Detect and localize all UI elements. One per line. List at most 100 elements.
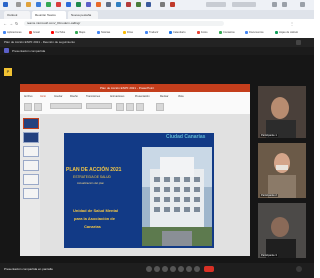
styles-icon[interactable]	[136, 103, 144, 111]
ribbon-tab[interactable]: Vista	[178, 95, 184, 98]
meeting-top-bar: Plan de Acción ESPF 2021 - Reunión de se…	[0, 38, 314, 47]
slide-body-line: Unidad de Salud Mental	[73, 208, 119, 213]
bookmark-label: Fotos	[201, 31, 208, 34]
share-screen-icon[interactable]	[162, 266, 168, 272]
settings-icon[interactable]	[296, 266, 302, 272]
bookmark-label: Traducir	[149, 31, 159, 34]
bookmark-item[interactable]: YouTube	[51, 30, 73, 36]
app-icon[interactable]	[160, 2, 165, 7]
paste-icon[interactable]	[24, 103, 32, 111]
sidebar-app-icon[interactable]: P	[4, 68, 12, 76]
camera-icon[interactable]	[146, 266, 152, 272]
bookmark-item[interactable]: Documentos	[245, 30, 273, 36]
url-field[interactable]: teams.microsoft.com/_#/modern-calling/	[24, 21, 224, 26]
ribbon-tab-active[interactable]: Inicio	[40, 95, 46, 98]
slide-thumbnails	[20, 114, 41, 256]
microphone-icon[interactable]	[154, 266, 160, 272]
ribbon-tab[interactable]: Insertar	[54, 95, 62, 98]
tray-area[interactable]	[206, 2, 226, 7]
participant-video[interactable]: Participante 2	[258, 143, 306, 198]
app-icon[interactable]	[136, 2, 141, 7]
leave-call-button[interactable]	[204, 266, 214, 272]
word-icon[interactable]	[66, 2, 71, 7]
bookmark-label: Maps	[79, 31, 86, 34]
slide-thumbnail[interactable]	[23, 132, 39, 143]
participant-name: Participante 2	[260, 194, 278, 197]
ribbon-tab[interactable]: Presentación	[135, 95, 150, 98]
slide-subtitle-2: Actualización del plan	[77, 181, 105, 185]
bookmark-item[interactable]: Fotos	[197, 30, 217, 36]
browser-tab-bar: Outlook Reunión Teams Nueva pestaña	[0, 10, 314, 19]
excel-icon[interactable]	[76, 2, 81, 7]
tray-icon[interactable]	[282, 2, 287, 7]
browser-tab-active[interactable]: Reunión Teams	[32, 11, 66, 19]
participant-video[interactable]: Participante 1	[258, 86, 306, 138]
tray-icon[interactable]	[272, 2, 277, 7]
participant-name: Participante 3	[260, 254, 278, 257]
slide-subtitle: ESTRATEGIA DE SALUD	[73, 175, 111, 179]
slide-logo: Ciudad Canarias	[166, 134, 206, 140]
chat-icon[interactable]	[186, 266, 192, 272]
app-icon[interactable]	[170, 2, 175, 7]
ribbon-tab[interactable]: Animaciones	[110, 95, 124, 98]
participant-avatar	[258, 143, 306, 198]
paragraph-box[interactable]	[86, 103, 112, 109]
ribbon-tab[interactable]: Archivo	[24, 95, 32, 98]
slide-thumbnail[interactable]	[23, 188, 39, 199]
bookmark-item[interactable]: Contactos	[219, 30, 243, 36]
forward-icon[interactable]: →	[9, 21, 13, 26]
app-icon[interactable]	[96, 2, 101, 7]
participant-avatar	[258, 86, 306, 138]
arrange-icon[interactable]	[126, 103, 134, 111]
participants-icon[interactable]	[194, 266, 200, 272]
more-options-icon[interactable]	[296, 40, 301, 45]
slide-body-line: para la Asociación de	[74, 216, 115, 221]
new-slide-icon[interactable]	[34, 103, 42, 111]
bookmark-label: Contactos	[223, 31, 235, 34]
notifications-icon[interactable]	[300, 2, 305, 7]
bookmark-item[interactable]: Aplicaciones	[3, 30, 27, 36]
bookmark-item[interactable]: Calendario	[169, 30, 195, 36]
bookmark-item[interactable]: Drive	[123, 30, 143, 36]
app-icon[interactable]	[126, 2, 131, 7]
bookmark-item[interactable]: Noticias	[97, 30, 121, 36]
edge-icon[interactable]	[36, 2, 41, 7]
tray-area[interactable]	[232, 2, 256, 7]
ribbon-tab[interactable]: Diseño	[70, 95, 78, 98]
browser-tab[interactable]: Nueva pestaña	[68, 11, 98, 19]
browser-tab[interactable]: Outlook	[4, 11, 30, 19]
reactions-icon[interactable]	[178, 266, 184, 272]
font-box[interactable]	[50, 103, 82, 109]
start-icon[interactable]	[3, 2, 8, 7]
bookmark-item[interactable]: Traducir	[145, 30, 167, 36]
slide-thumbnail[interactable]	[23, 146, 39, 157]
ribbon-tab[interactable]: Revisar	[160, 95, 168, 98]
app-icon[interactable]	[146, 2, 151, 7]
folder-icon[interactable]	[26, 2, 31, 7]
participant-video[interactable]: Participante 3	[258, 203, 306, 258]
building-photo	[142, 147, 212, 246]
chrome-icon[interactable]	[46, 2, 51, 7]
more-actions-icon[interactable]	[170, 266, 176, 272]
menu-icon[interactable]: ⋮	[290, 21, 294, 26]
bookmark-item[interactable]: Hojas de cálculo	[275, 30, 311, 36]
teams-icon[interactable]	[86, 2, 91, 7]
bookmark-label: YouTube	[55, 31, 66, 34]
back-icon[interactable]: ←	[3, 21, 7, 26]
slide-thumbnail[interactable]	[23, 174, 39, 185]
ppt-icon[interactable]	[56, 2, 61, 7]
slide-body-line: Canarias	[84, 224, 101, 229]
bookmark-item[interactable]: Gmail	[29, 30, 49, 36]
shapes-icon[interactable]	[116, 103, 124, 111]
slide-thumbnail[interactable]	[23, 118, 39, 129]
participant-name: Participante 1	[260, 134, 278, 137]
app-icon[interactable]	[106, 2, 111, 7]
reload-icon[interactable]: ↻	[15, 21, 18, 26]
bookmark-label: Noticias	[101, 31, 111, 34]
bookmark-item[interactable]: Maps	[75, 30, 95, 36]
search-icon[interactable]	[16, 2, 21, 7]
ribbon-tab[interactable]: Transiciones	[86, 95, 100, 98]
app-icon[interactable]	[116, 2, 121, 7]
slide-thumbnail[interactable]	[23, 160, 39, 171]
find-icon[interactable]	[156, 103, 164, 111]
